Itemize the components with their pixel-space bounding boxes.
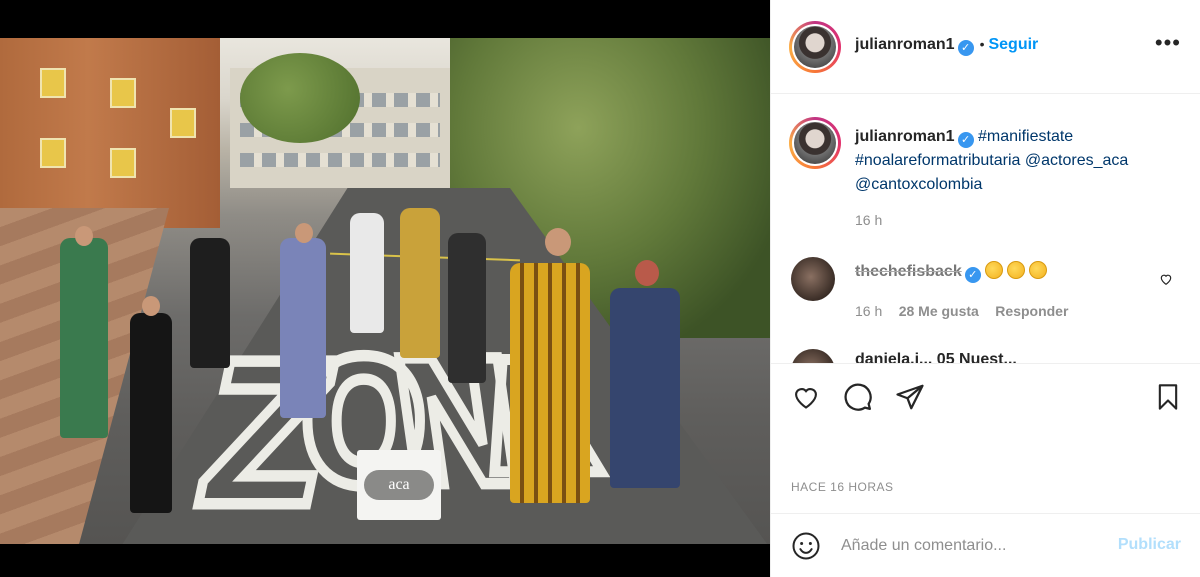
photo-person <box>60 238 108 438</box>
comment-likes[interactable]: 28 Me gusta <box>899 303 979 319</box>
caption-hashtag[interactable]: #noalareformatributaria <box>855 152 1020 169</box>
comment-row: thechefisback ✓ <box>855 261 1051 283</box>
comment-icon[interactable] <box>841 380 875 414</box>
verified-badge-icon: ✓ <box>957 40 974 56</box>
bookmark-icon[interactable] <box>1151 380 1185 414</box>
verified-badge-icon: ✓ <box>957 132 974 148</box>
caption-mention[interactable]: @actores_aca <box>1025 152 1128 169</box>
comment-partial-text: daniela.j... 05 Nuest... <box>855 351 1017 363</box>
photo-building-left <box>0 38 220 228</box>
photo-person <box>510 263 590 503</box>
comment-time[interactable]: 16 h <box>855 303 882 319</box>
comments-section[interactable]: julianroman1 ✓ #manifiestate #noalareform… <box>771 95 1200 363</box>
aca-logo: aca <box>364 470 434 500</box>
comment-username[interactable]: thechefisback <box>855 263 962 280</box>
photo-person <box>190 238 230 368</box>
photo-tree-left <box>240 53 360 143</box>
comment-avatar[interactable] <box>791 349 835 363</box>
photo-person-head <box>295 223 313 243</box>
photo-person <box>280 238 326 418</box>
post-header: julianroman1 ✓ • Seguir ••• <box>771 0 1200 94</box>
photo-person-head <box>142 296 160 316</box>
caption-username[interactable]: julianroman1 <box>855 128 955 145</box>
photo-person <box>400 208 440 358</box>
header-user-row: julianroman1 ✓ • Seguir <box>855 36 1038 56</box>
comment-reply-button[interactable]: Responder <box>995 303 1068 319</box>
heart-icon[interactable] <box>789 380 823 414</box>
caption-time[interactable]: 16 h <box>855 212 882 228</box>
photo-person <box>130 313 172 513</box>
photo-person-head <box>545 228 571 256</box>
comment-avatar[interactable] <box>791 257 835 301</box>
caption-hashtag[interactable]: #manifiestate <box>978 128 1073 145</box>
comment-input[interactable] <box>841 534 1101 558</box>
clap-emoji-icon <box>985 261 1004 279</box>
post-photo[interactable]: Z O N A aca <box>0 38 770 544</box>
photo-person <box>610 288 680 488</box>
photo-person <box>350 213 384 333</box>
caption-avatar[interactable] <box>789 117 841 169</box>
separator-dot: • <box>979 36 985 52</box>
photo-person-head <box>75 226 93 246</box>
send-icon[interactable] <box>893 380 927 414</box>
post-date[interactable]: HACE 16 HORAS <box>791 480 894 494</box>
follow-button[interactable]: Seguir <box>988 36 1038 53</box>
photo-person <box>448 233 486 383</box>
clap-emoji-icon <box>1007 261 1026 279</box>
aca-sign: aca <box>357 450 441 520</box>
publish-button[interactable]: Publicar <box>1118 536 1181 554</box>
photo-person-head <box>635 260 659 286</box>
emoji-icon[interactable] <box>789 529 823 563</box>
add-comment-bar: Publicar <box>771 513 1200 577</box>
author-username[interactable]: julianroman1 <box>855 36 955 53</box>
author-avatar[interactable] <box>789 21 841 73</box>
verified-badge-icon: ✓ <box>964 267 981 283</box>
clap-emoji-icon <box>1029 261 1048 279</box>
comment-meta: 16 h 28 Me gusta Responder <box>855 303 1068 321</box>
post-side-panel: julianroman1 ✓ • Seguir ••• julianroman1 ✓ #… <box>770 0 1200 577</box>
post-media[interactable]: Z O N A aca <box>0 0 770 577</box>
more-options-icon[interactable]: ••• <box>1155 32 1181 54</box>
post-actions: HACE 16 HORAS <box>771 363 1200 503</box>
caption: julianroman1 ✓ #manifiestate #noalareform… <box>855 125 1185 197</box>
caption-mention[interactable]: @cantoxcolombia <box>855 176 982 193</box>
comment-like-heart-icon[interactable] <box>1159 272 1173 286</box>
